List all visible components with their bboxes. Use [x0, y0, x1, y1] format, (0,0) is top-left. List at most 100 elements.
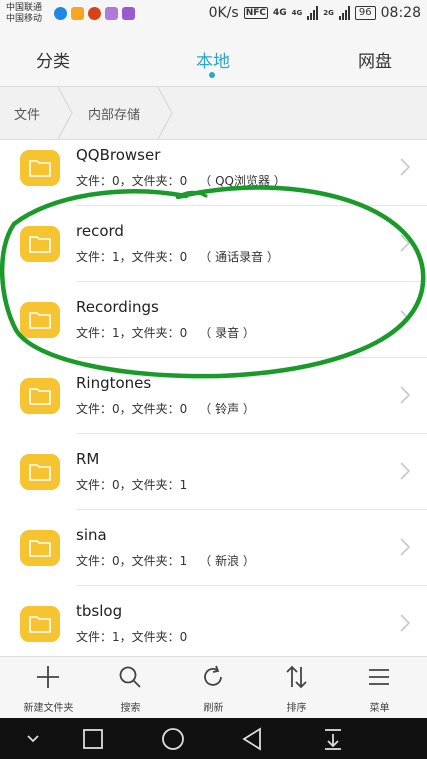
network-speed: 0K/s: [208, 5, 239, 21]
breadcrumb-separator-icon: [157, 87, 173, 139]
nfc-icon: NFC: [243, 7, 268, 19]
status-bar: 中国联通 中国移动 0K/s NFC 4G 4G 2G 96 08:28: [0, 0, 427, 30]
chevron-right-icon: [400, 234, 411, 252]
tab-local[interactable]: 本地: [196, 47, 230, 72]
folder-icon: [20, 606, 60, 642]
chevron-right-icon: [400, 386, 411, 404]
file-row[interactable]: record 文件：1，文件夹：0 （ 通话录音 ）: [0, 206, 427, 282]
chevron-right-icon: [400, 538, 411, 556]
file-name: sina: [76, 526, 107, 544]
signal-1-icon: [307, 6, 319, 20]
breadcrumb: 文件 内部存储: [0, 86, 427, 140]
folder-count: 文件夹：0: [131, 250, 188, 264]
menu-label: 菜单: [369, 703, 390, 714]
file-name: RM: [76, 450, 100, 468]
folder-icon: [20, 302, 60, 338]
app-notification-icon: [71, 7, 84, 20]
carrier-info: 中国联通 中国移动: [6, 3, 42, 25]
refresh-icon: [204, 665, 222, 686]
file-row[interactable]: RM 文件：0，文件夹：1: [0, 434, 427, 510]
file-count: 文件：0，: [76, 402, 132, 416]
folder-icon: [20, 530, 60, 566]
file-alias: （ 录音 ）: [199, 326, 255, 340]
menu-button[interactable]: 菜单: [337, 657, 422, 719]
file-meta: 文件：1，文件夹：0: [76, 628, 199, 645]
refresh-button[interactable]: 刷新: [171, 657, 256, 719]
file-list: QQBrowser 文件：0，文件夹：0 （ QQ浏览器 ） record 文件：1，文…: [0, 140, 427, 656]
chevron-right-icon: [400, 158, 411, 176]
file-count: 文件：0，: [76, 554, 132, 568]
carrier-1: 中国联通: [6, 3, 43, 13]
tab-classify[interactable]: 分类: [36, 47, 70, 72]
network-type-2: 2G: [323, 9, 334, 17]
file-meta: 文件：1，文件夹：0 （ 通话录音 ）: [76, 248, 279, 265]
tab-cloud[interactable]: 网盘: [358, 47, 392, 72]
file-row[interactable]: QQBrowser 文件：0，文件夹：0 （ QQ浏览器 ）: [0, 140, 427, 206]
menu-icon: [369, 669, 389, 685]
chevron-down-icon[interactable]: [20, 726, 46, 752]
file-name: Recordings: [76, 298, 159, 316]
file-alias: （ QQ浏览器 ）: [199, 174, 286, 188]
file-meta: 文件：0，文件夹：1: [76, 476, 199, 493]
folder-count: 文件夹：0: [131, 326, 188, 340]
file-name: tbslog: [76, 602, 123, 620]
refresh-label: 刷新: [203, 703, 224, 714]
file-name: Ringtones: [76, 374, 152, 392]
file-alias: （ 通话录音 ）: [199, 250, 279, 264]
file-count: 文件：0，: [76, 174, 132, 188]
file-meta: 文件：0，文件夹：0 （ 铃声 ）: [76, 400, 255, 417]
folder-count: 文件夹：0: [131, 174, 188, 188]
message-icon: [122, 7, 135, 20]
navigation-bar: [0, 718, 427, 759]
network-type-1b: 4G: [291, 9, 303, 17]
notification-pull-down-icon[interactable]: [320, 726, 346, 752]
file-meta: 文件：0，文件夹：1 （ 新浪 ）: [76, 552, 255, 569]
search-label: 搜索: [120, 703, 141, 714]
active-tab-indicator: [209, 72, 215, 78]
folder-count: 文件夹：0: [131, 630, 188, 644]
home-icon[interactable]: [160, 726, 186, 752]
sort-button[interactable]: 排序: [254, 657, 339, 719]
file-meta: 文件：0，文件夹：0 （ QQ浏览器 ）: [76, 172, 286, 189]
file-meta: 文件：1，文件夹：0 （ 录音 ）: [76, 324, 255, 341]
folder-icon: [20, 150, 60, 186]
folder-icon: [20, 226, 60, 262]
file-name: record: [76, 222, 124, 240]
breadcrumb-current[interactable]: 内部存储: [88, 104, 140, 123]
back-icon[interactable]: [240, 726, 266, 752]
folder-count: 文件夹：1: [131, 478, 188, 492]
folder-icon: [20, 454, 60, 490]
file-alias: （ 铃声 ）: [199, 402, 255, 416]
file-count: 文件：1，: [76, 326, 132, 340]
clock: 08:28: [380, 5, 421, 21]
file-row[interactable]: tbslog 文件：1，文件夹：0: [0, 586, 427, 656]
battery-icon: 96: [354, 6, 376, 20]
chevron-right-icon: [400, 614, 411, 632]
file-count: 文件：0，: [76, 478, 132, 492]
search-icon: [119, 666, 141, 688]
network-type-1: 4G: [273, 8, 287, 18]
chevron-right-icon: [400, 310, 411, 328]
sort-icon: [286, 665, 307, 689]
folder-icon: [20, 378, 60, 414]
plus-icon: [37, 666, 59, 688]
new-folder-label: 新建文件夹: [23, 703, 74, 714]
file-row[interactable]: Recordings 文件：1，文件夹：0 （ 录音 ）: [0, 282, 427, 358]
file-count: 文件：1，: [76, 630, 132, 644]
gallery-icon: [105, 7, 118, 20]
carrier-2: 中国移动: [6, 14, 43, 24]
folder-count: 文件夹：1: [131, 554, 188, 568]
file-row[interactable]: Ringtones 文件：0，文件夹：0 （ 铃声 ）: [0, 358, 427, 434]
breadcrumb-root[interactable]: 文件: [14, 104, 40, 123]
search-button[interactable]: 搜索: [88, 657, 173, 719]
music-icon: [88, 7, 101, 20]
chevron-right-icon: [400, 462, 411, 480]
breadcrumb-separator-icon: [57, 87, 73, 139]
bottom-toolbar: 新建文件夹 搜索 刷新 排序 菜单: [0, 656, 427, 718]
file-row[interactable]: sina 文件：0，文件夹：1 （ 新浪 ）: [0, 510, 427, 586]
recent-apps-icon[interactable]: [80, 726, 106, 752]
sort-label: 排序: [286, 703, 307, 714]
signal-2-icon: [338, 6, 350, 20]
file-alias: （ 新浪 ）: [199, 554, 255, 568]
new-folder-button[interactable]: 新建文件夹: [6, 657, 91, 719]
